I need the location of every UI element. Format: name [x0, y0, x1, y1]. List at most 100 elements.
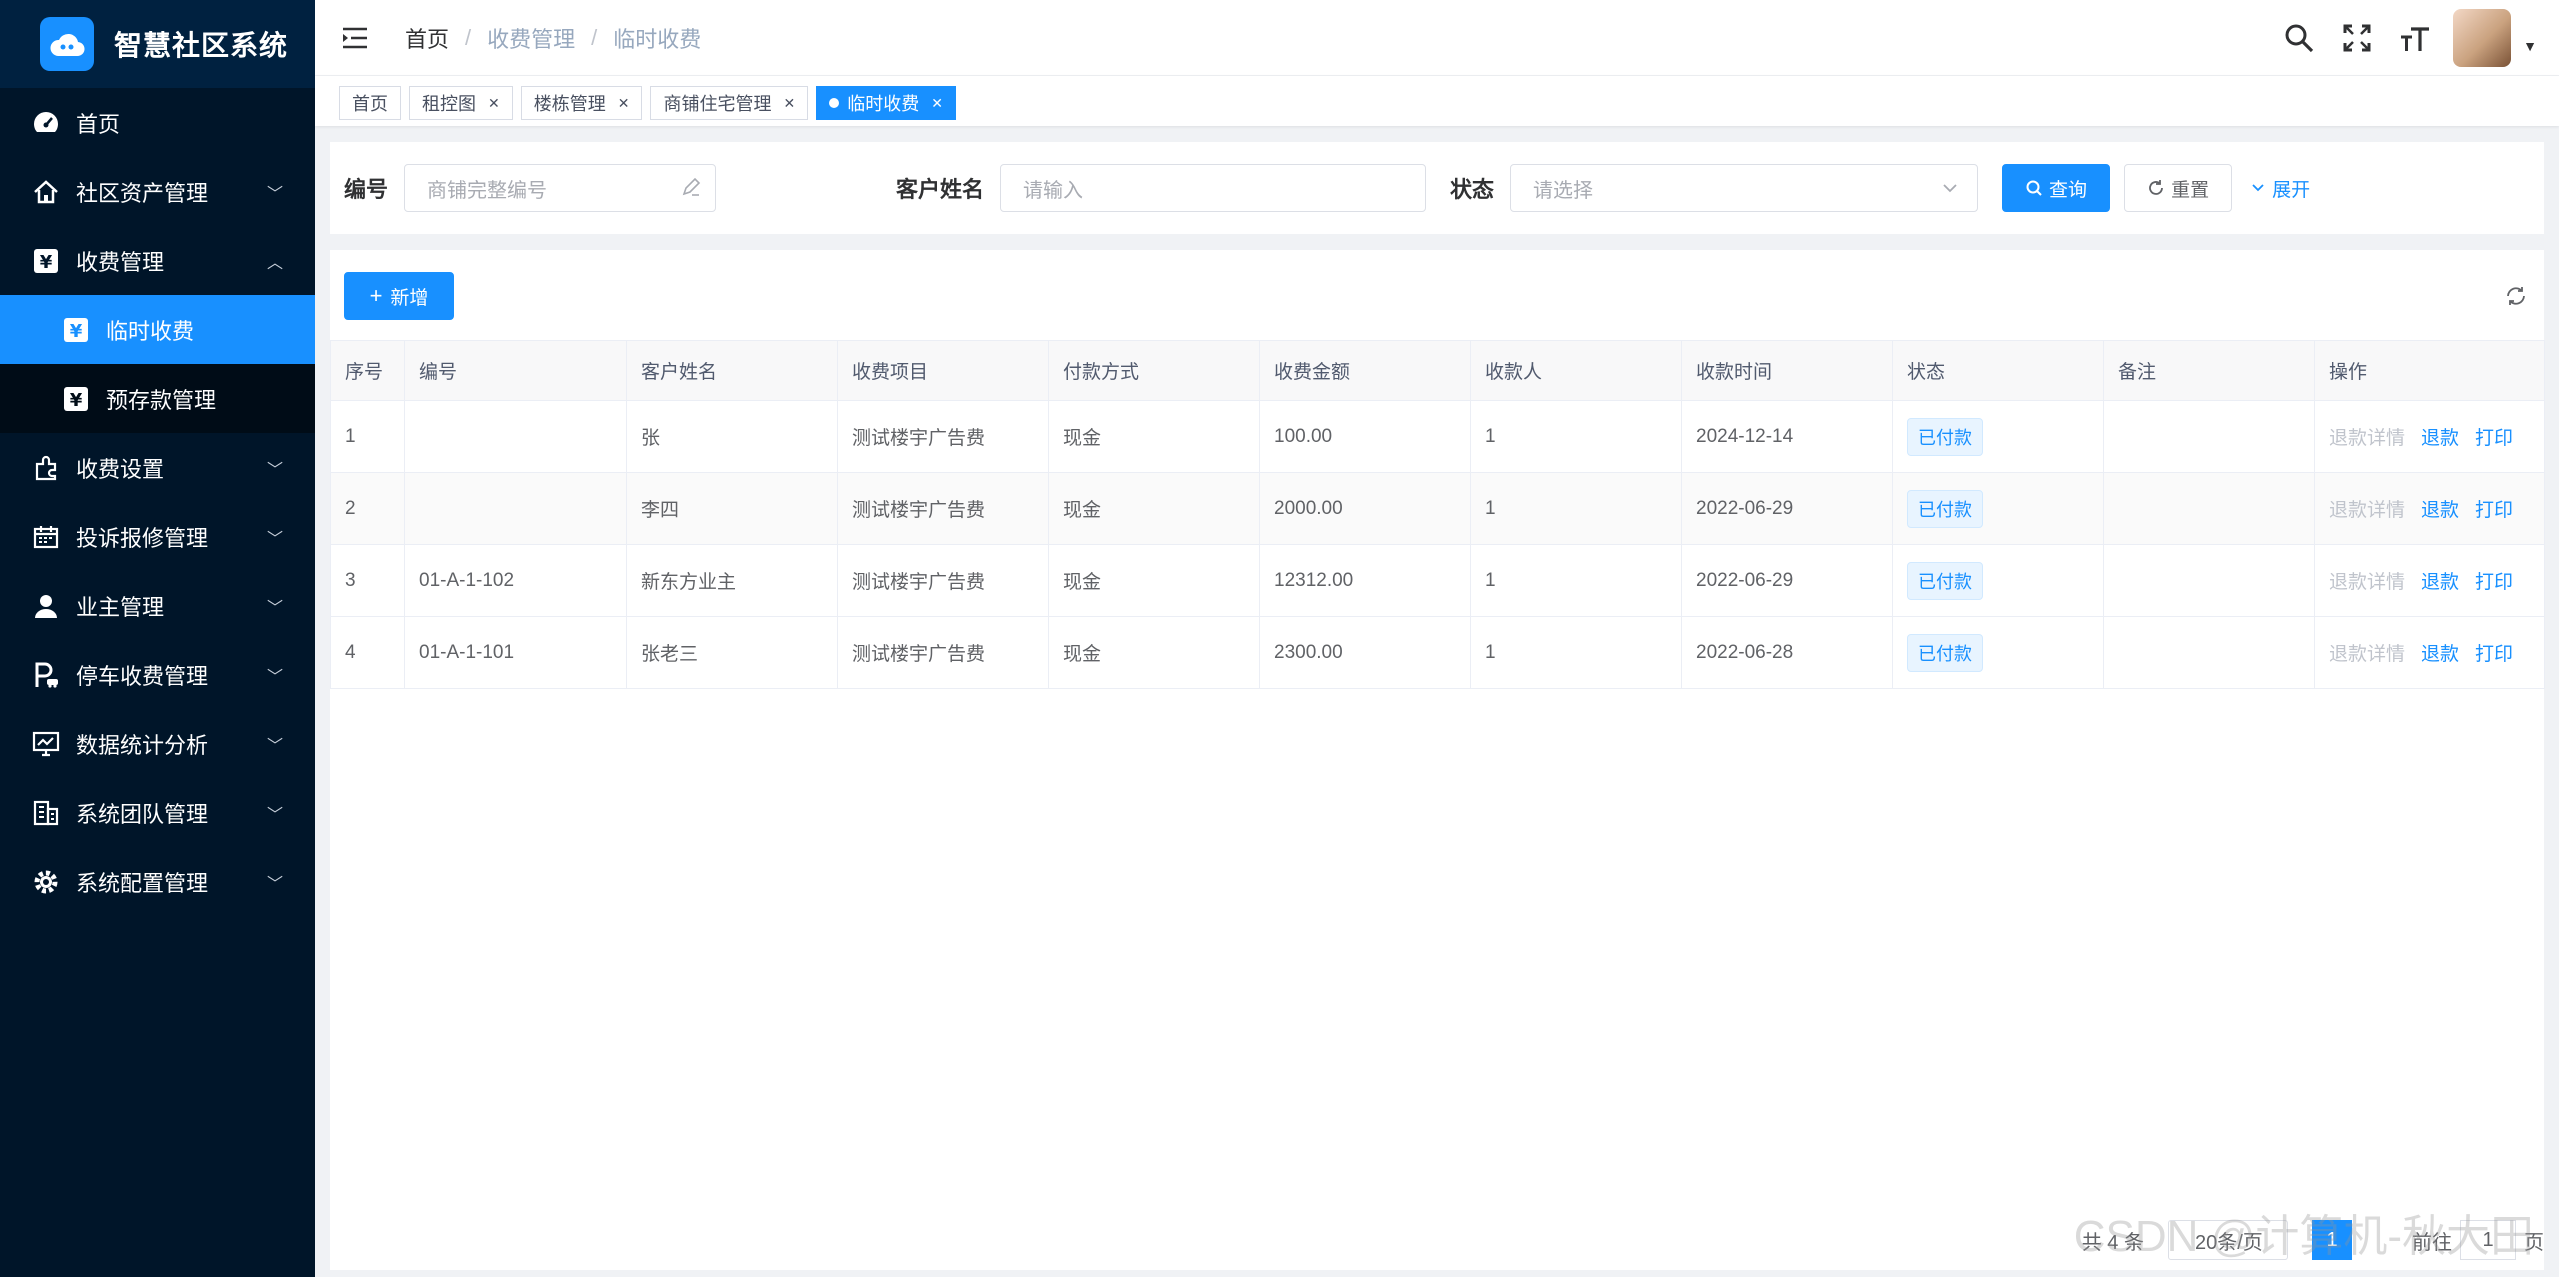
- reset-button[interactable]: 重置: [2124, 164, 2233, 212]
- query-label: 查询: [2049, 179, 2088, 201]
- cloud-logo-icon: [40, 17, 94, 71]
- cell-remark: [2103, 616, 2315, 689]
- cell-index: 4: [330, 616, 405, 689]
- svg-text:¥: ¥: [70, 321, 83, 342]
- cell-time: 2024-12-14: [1681, 400, 1893, 473]
- cell-name: 李四: [626, 472, 838, 545]
- refund-detail-link[interactable]: 退款详情: [2329, 428, 2405, 449]
- refund-link[interactable]: 退款: [2421, 644, 2459, 665]
- tag-buildings[interactable]: 楼栋管理 ✕: [520, 86, 643, 120]
- fullscreen-icon[interactable]: [2337, 18, 2377, 58]
- refund-link[interactable]: 退款: [2421, 500, 2459, 521]
- edit-icon: [681, 177, 701, 203]
- refund-detail-link[interactable]: 退款详情: [2329, 644, 2405, 665]
- cell-payee: 1: [1470, 616, 1682, 689]
- sidebar-item-label: 停车收费管理: [76, 663, 209, 689]
- sidebar-item-label: 投诉报修管理: [76, 525, 209, 551]
- sidebar-item-config[interactable]: 系统配置管理 ﹀: [0, 847, 315, 916]
- refund-detail-link[interactable]: 退款详情: [2329, 572, 2405, 593]
- tag-label: 临时收费: [847, 94, 920, 114]
- refund-detail-link[interactable]: 退款详情: [2329, 500, 2405, 521]
- chart-icon: [30, 728, 62, 760]
- add-button[interactable]: + 新增: [344, 272, 454, 320]
- code-input[interactable]: 商铺完整编号: [404, 164, 717, 212]
- reset-label: 重置: [2171, 179, 2210, 201]
- sidebar-item-team[interactable]: 系统团队管理 ﹀: [0, 778, 315, 847]
- print-link[interactable]: 打印: [2475, 572, 2513, 593]
- header-actions: ▼: [2279, 0, 2559, 76]
- sidebar-item-fees[interactable]: ¥ 收费管理 ︿: [0, 226, 315, 295]
- sidebar-item-fee-settings[interactable]: 收费设置 ﹀: [0, 433, 315, 502]
- cell-amount: 2300.00: [1259, 616, 1471, 689]
- sidebar-item-parking[interactable]: 停车收费管理 ﹀: [0, 640, 315, 709]
- refund-link[interactable]: 退款: [2421, 572, 2459, 593]
- print-link[interactable]: 打印: [2475, 428, 2513, 449]
- search-icon[interactable]: [2279, 18, 2319, 58]
- tag-label: 租控图: [422, 94, 476, 114]
- cell-item: 测试楼宇广告费: [837, 400, 1049, 473]
- font-size-icon[interactable]: [2395, 18, 2435, 58]
- collapse-menu-icon[interactable]: [337, 20, 373, 56]
- query-button[interactable]: 查询: [2002, 164, 2111, 212]
- house-icon: [30, 176, 62, 208]
- gear-icon: [30, 866, 62, 898]
- refund-link[interactable]: 退款: [2421, 428, 2459, 449]
- tag-rent-map[interactable]: 租控图 ✕: [409, 86, 513, 120]
- code-label: 编号: [344, 177, 389, 202]
- tags-view: 首页 租控图 ✕ 楼栋管理 ✕ 商铺住宅管理 ✕ 临时收费 ✕: [315, 76, 2559, 126]
- cell-pay: 现金: [1048, 616, 1260, 689]
- close-icon[interactable]: ✕: [931, 95, 943, 112]
- cell-amount: 2000.00: [1259, 472, 1471, 545]
- cell-item: 测试楼宇广告费: [837, 544, 1049, 617]
- close-icon[interactable]: ✕: [488, 95, 500, 112]
- breadcrumb-home[interactable]: 首页: [405, 22, 449, 54]
- column-header: 序号: [330, 340, 405, 401]
- expand-link[interactable]: 展开: [2250, 175, 2310, 202]
- sidebar-item-deposit[interactable]: ¥ 预存款管理: [0, 364, 315, 433]
- caret-down-icon[interactable]: ▼: [2523, 38, 2537, 54]
- status-select[interactable]: 请选择: [1510, 164, 1979, 212]
- status-badge: 已付款: [1907, 489, 1983, 528]
- cell-name: 张老三: [626, 616, 838, 689]
- cell-index: 2: [330, 472, 405, 545]
- tag-shops[interactable]: 商铺住宅管理 ✕: [650, 86, 809, 120]
- yen-icon: ¥: [60, 314, 92, 346]
- sidebar-item-label: 收费管理: [76, 249, 165, 275]
- svg-text:¥: ¥: [70, 390, 83, 411]
- breadcrumb: 首页 / 收费管理 / 临时收费: [405, 22, 701, 54]
- yen-icon: ¥: [60, 383, 92, 415]
- refresh-icon[interactable]: [2504, 284, 2530, 310]
- plugin-icon: [30, 452, 62, 484]
- customer-name-input[interactable]: 请输入: [1000, 164, 1427, 212]
- svg-text:¥: ¥: [40, 252, 53, 273]
- sidebar-item-label: 业主管理: [76, 594, 165, 620]
- sidebar-item-home[interactable]: 首页: [0, 88, 315, 157]
- close-icon[interactable]: ✕: [783, 95, 795, 112]
- sidebar-item-assets[interactable]: 社区资产管理 ﹀: [0, 157, 315, 226]
- column-header: 备注: [2103, 340, 2315, 401]
- cell-actions: 退款详情 退款 打印: [2314, 472, 2545, 545]
- table-row: 2 李四 测试楼宇广告费 现金 2000.00 1 2022-06-29 已付款…: [330, 472, 2545, 545]
- sidebar-item-owners[interactable]: 业主管理 ﹀: [0, 571, 315, 640]
- sidebar-item-stats[interactable]: 数据统计分析 ﹀: [0, 709, 315, 778]
- sidebar-item-label: 系统团队管理: [76, 801, 209, 827]
- print-link[interactable]: 打印: [2475, 644, 2513, 665]
- table-row: 3 01-A-1-102 新东方业主 测试楼宇广告费 现金 12312.00 1…: [330, 544, 2545, 617]
- sidebar-item-complaints[interactable]: 投诉报修管理 ﹀: [0, 502, 315, 571]
- tag-home[interactable]: 首页: [339, 86, 401, 120]
- search-form: 编号 商铺完整编号 客户姓名 请输入 状态 请选择 查询 重置 展开: [330, 142, 2544, 234]
- print-link[interactable]: 打印: [2475, 500, 2513, 521]
- cell-amount: 12312.00: [1259, 544, 1471, 617]
- tag-temp-fee[interactable]: 临时收费 ✕: [816, 86, 956, 120]
- sidebar-item-temp-fee[interactable]: ¥ 临时收费: [0, 295, 315, 364]
- sidebar-item-label: 社区资产管理: [76, 180, 209, 206]
- close-icon[interactable]: ✕: [618, 95, 630, 112]
- cell-pay: 现金: [1048, 400, 1260, 473]
- status-placeholder: 请选择: [1533, 179, 1594, 202]
- breadcrumb-fees: 收费管理: [487, 26, 576, 52]
- logo: 智慧社区系统: [0, 0, 315, 88]
- sidebar-item-label: 收费设置: [76, 456, 165, 482]
- cell-time: 2022-06-29: [1681, 544, 1893, 617]
- avatar[interactable]: [2453, 9, 2512, 67]
- cell-payee: 1: [1470, 472, 1682, 545]
